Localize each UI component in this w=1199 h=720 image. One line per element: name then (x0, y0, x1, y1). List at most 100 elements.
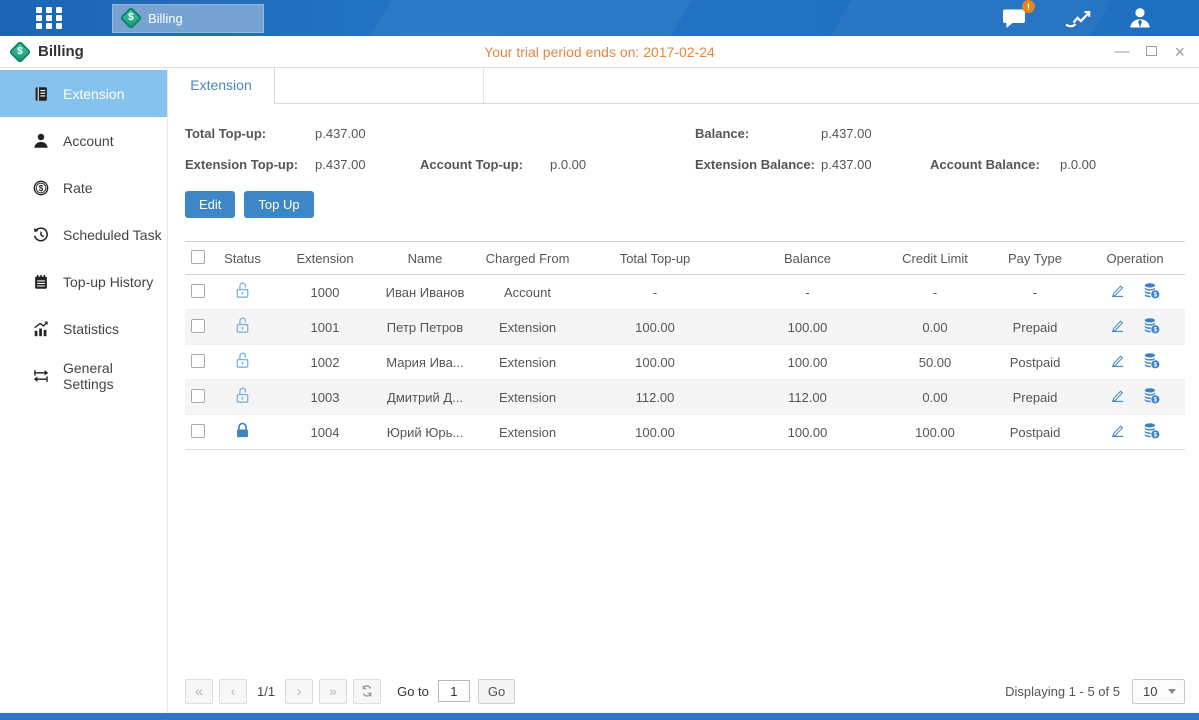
row-checkbox[interactable] (191, 284, 205, 298)
cell-balance: 112.00 (730, 380, 885, 415)
cell-balance: - (730, 275, 885, 310)
maximize-button[interactable] (1146, 44, 1157, 59)
top-up-icon[interactable]: $ (1142, 386, 1161, 408)
account-topup-label: Account Top-up: (420, 157, 550, 172)
col-extension: Extension (275, 242, 375, 275)
total-topup-label: Total Top-up: (185, 126, 315, 141)
next-page-button[interactable]: › (285, 679, 313, 704)
row-checkbox[interactable] (191, 424, 205, 438)
sidebar-item-account[interactable]: Account (0, 117, 167, 164)
edit-icon[interactable] (1109, 387, 1126, 407)
topbar-decoration (363, 0, 698, 36)
sidebar-item-rate[interactable]: $ Rate (0, 164, 167, 211)
prev-page-button[interactable]: ‹ (219, 679, 247, 704)
taskbar-billing-button[interactable]: $ Billing (112, 4, 264, 33)
sidebar-item-topup-history[interactable]: Top-up History (0, 258, 167, 305)
row-checkbox[interactable] (191, 389, 205, 403)
refresh-button[interactable] (353, 679, 381, 704)
cell-extension: 1004 (275, 415, 375, 450)
select-all-checkbox[interactable] (191, 250, 205, 264)
col-total-topup: Total Top-up (580, 242, 730, 275)
minimize-button[interactable]: — (1114, 44, 1129, 59)
maximize-icon (1146, 46, 1157, 56)
top-up-icon[interactable]: $ (1142, 351, 1161, 373)
billing-window-icon: $ (9, 40, 32, 63)
col-status: Status (210, 242, 275, 275)
page-size-select[interactable]: 10 (1132, 679, 1185, 704)
col-balance: Balance (730, 242, 885, 275)
top-up-button[interactable]: Top Up (244, 191, 313, 218)
sidebar-item-general-settings[interactable]: General Settings (0, 352, 167, 399)
sidebar-item-label: General Settings (63, 360, 167, 392)
cell-total-topup: 100.00 (580, 415, 730, 450)
close-button[interactable]: × (1174, 43, 1185, 61)
app-grid-icon[interactable] (36, 7, 70, 29)
cell-charged-from: Extension (475, 415, 580, 450)
general-settings-icon (32, 367, 50, 385)
cell-pay-type: - (985, 275, 1085, 310)
billing-summary: Total Top-up: p.437.00 Balance: p.437.00… (185, 118, 1185, 180)
edit-icon[interactable] (1109, 422, 1126, 442)
cell-pay-type: Postpaid (985, 415, 1085, 450)
edit-button[interactable]: Edit (185, 191, 235, 218)
cell-pay-type: Prepaid (985, 380, 1085, 415)
reports-chart-icon[interactable] (1064, 7, 1091, 30)
status-unlocked-icon (233, 316, 252, 338)
cell-balance: 100.00 (730, 310, 885, 345)
dropdown-caret-icon (1168, 689, 1176, 694)
col-name: Name (375, 242, 475, 275)
user-account-icon[interactable] (1127, 6, 1153, 30)
displaying-text: Displaying 1 - 5 of 5 (1005, 684, 1120, 699)
tab-extension[interactable]: Extension (168, 68, 275, 104)
svg-text:$: $ (1154, 292, 1158, 299)
top-up-icon[interactable]: $ (1142, 316, 1161, 338)
sidebar-item-label: Account (63, 133, 114, 149)
go-button[interactable]: Go (478, 679, 515, 704)
cell-credit-limit: 50.00 (885, 345, 985, 380)
page-size-value: 10 (1133, 684, 1157, 699)
goto-page-input[interactable] (438, 680, 470, 702)
statistics-icon (32, 320, 50, 338)
table-header-row: Status Extension Name Charged From Total… (185, 242, 1185, 275)
first-page-button[interactable]: « (185, 679, 213, 704)
account-balance-value: p.0.00 (1060, 157, 1185, 172)
topup-history-icon (32, 273, 50, 291)
svg-text:$: $ (1154, 327, 1158, 334)
edit-icon[interactable] (1109, 282, 1126, 302)
rate-icon: $ (32, 179, 50, 197)
sidebar-item-extension[interactable]: Extension (0, 70, 167, 117)
sidebar-item-statistics[interactable]: Statistics (0, 305, 167, 352)
top-up-icon[interactable]: $ (1142, 281, 1161, 303)
scheduled-task-icon (32, 226, 50, 244)
cell-name: Петр Петров (375, 310, 475, 345)
svg-text:$: $ (1154, 362, 1158, 369)
messages-icon[interactable]: ! (1002, 6, 1028, 30)
window-title: $ Billing (12, 43, 84, 60)
cell-name: Иван Иванов (375, 275, 475, 310)
edit-icon[interactable] (1109, 352, 1126, 372)
sidebar: Extension Account $ Rate Scheduled Task (0, 68, 168, 713)
cell-total-topup: 100.00 (580, 310, 730, 345)
sidebar-item-label: Top-up History (63, 274, 153, 290)
cell-extension: 1000 (275, 275, 375, 310)
account-balance-label: Account Balance: (930, 157, 1060, 172)
edit-icon[interactable] (1109, 317, 1126, 337)
sidebar-item-scheduled-task[interactable]: Scheduled Task (0, 211, 167, 258)
balance-label: Balance: (695, 126, 821, 141)
cell-name: Юрий Юрь... (375, 415, 475, 450)
desktop-edge (0, 713, 1199, 720)
cell-extension: 1002 (275, 345, 375, 380)
refresh-icon (360, 684, 374, 698)
goto-label: Go to (397, 684, 429, 699)
top-up-icon[interactable]: $ (1142, 421, 1161, 443)
last-page-button[interactable]: » (319, 679, 347, 704)
status-unlocked-icon (233, 351, 252, 373)
sidebar-item-label: Extension (63, 86, 124, 102)
sidebar-item-label: Scheduled Task (63, 227, 162, 243)
row-checkbox[interactable] (191, 354, 205, 368)
row-checkbox[interactable] (191, 319, 205, 333)
tab-strip: Extension (168, 68, 1199, 104)
page-indicator: 1/1 (257, 684, 275, 699)
cell-total-topup: - (580, 275, 730, 310)
extension-topup-value: p.437.00 (315, 157, 420, 172)
